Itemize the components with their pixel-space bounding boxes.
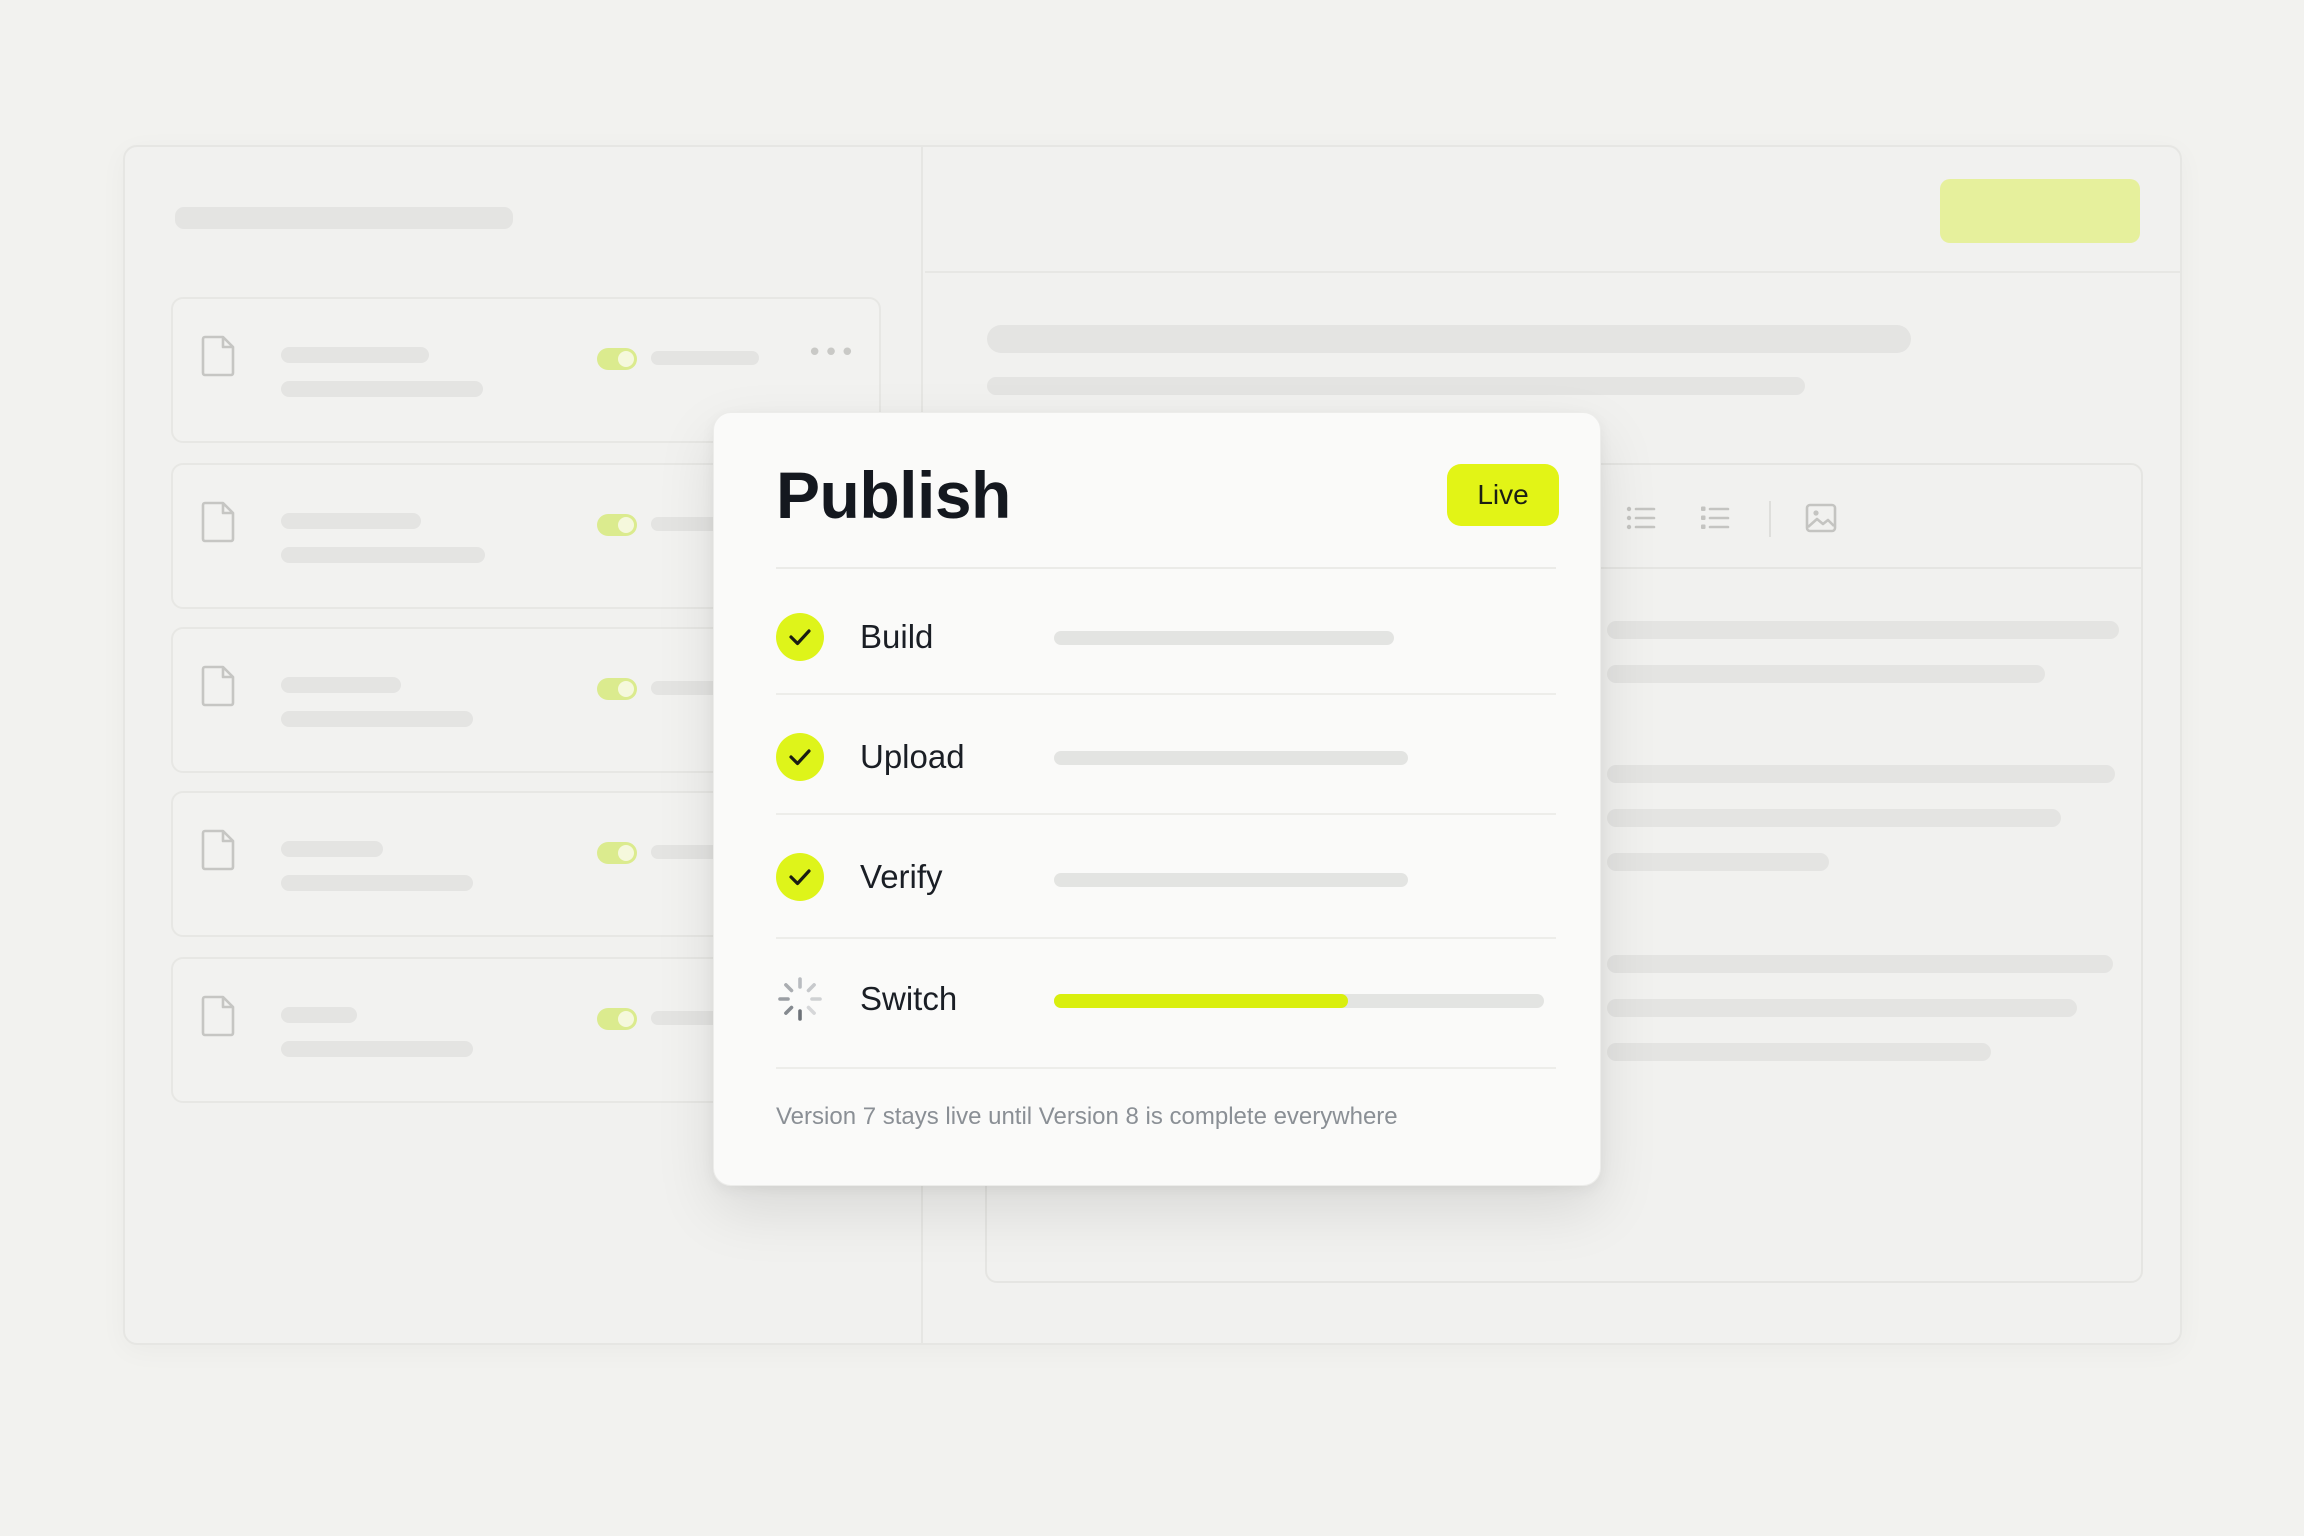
heading-placeholder [987,325,1911,353]
switch-progress-bar [1054,994,1544,1008]
file-toggle[interactable] [597,1008,637,1030]
text-line-placeholder [1607,955,2113,973]
page: ••• Publish Live Build Upload Verify Swi… [0,0,2304,1536]
image-icon[interactable] [1805,503,1837,533]
text-line-placeholder [1607,621,2119,639]
document-icon [201,665,235,707]
file-name-placeholder [281,1007,357,1023]
toolbar-separator [1769,501,1771,537]
divider [776,693,1556,695]
primary-action-button[interactable] [1940,179,2140,243]
step-detail-placeholder [1054,751,1408,765]
step-switch: Switch [776,969,1556,1029]
check-icon [776,733,824,781]
switch-progress-fill [1054,994,1348,1008]
divider [776,813,1556,815]
main-topbar [925,147,2180,273]
dialog-title: Publish [776,458,1011,532]
text-line-placeholder [1607,665,2045,683]
document-icon [201,335,235,377]
step-label: Upload [860,738,965,775]
bulleted-list-icon[interactable] [1625,503,1657,533]
step-upload: Upload [776,727,1556,787]
more-horizontal-icon[interactable]: ••• [807,340,856,366]
check-icon [776,853,824,901]
step-build: Build [776,607,1556,667]
step-label: Switch [860,980,958,1017]
file-name-placeholder [281,677,401,693]
file-meta-placeholder [281,1041,473,1057]
sidebar-title-placeholder [175,207,513,229]
check-icon [776,613,824,661]
file-toggle[interactable] [597,842,637,864]
file-meta-placeholder [281,875,473,891]
file-meta-placeholder [281,547,485,563]
step-detail-placeholder [1054,631,1394,645]
step-label: Build [860,618,934,655]
file-toggle[interactable] [597,514,637,536]
numbered-list-icon[interactable] [1699,503,1731,533]
text-line-placeholder [1607,999,2077,1017]
file-name-placeholder [281,841,383,857]
text-line-placeholder [1607,809,2061,827]
file-status-placeholder [651,351,759,365]
text-line-placeholder [1607,765,2115,783]
text-line-placeholder [1607,853,1829,871]
step-label: Verify [860,858,943,895]
live-status-badge: Live [1447,464,1559,526]
step-detail-placeholder [1054,873,1408,887]
step-verify: Verify [776,847,1556,907]
subheading-placeholder [987,377,1805,395]
divider [776,567,1556,569]
text-line-placeholder [1607,1043,1991,1061]
divider [776,1067,1556,1069]
publish-dialog: Publish Live Build Upload Verify Switch … [713,412,1601,1186]
divider [776,937,1556,939]
document-icon [201,501,235,543]
file-meta-placeholder [281,381,483,397]
file-toggle[interactable] [597,348,637,370]
file-name-placeholder [281,347,429,363]
file-toggle[interactable] [597,678,637,700]
file-name-placeholder [281,513,421,529]
spinner-icon [778,977,822,1021]
file-meta-placeholder [281,711,473,727]
document-icon [201,995,235,1037]
document-icon [201,829,235,871]
dialog-footnote: Version 7 stays live until Version 8 is … [776,1103,1398,1130]
